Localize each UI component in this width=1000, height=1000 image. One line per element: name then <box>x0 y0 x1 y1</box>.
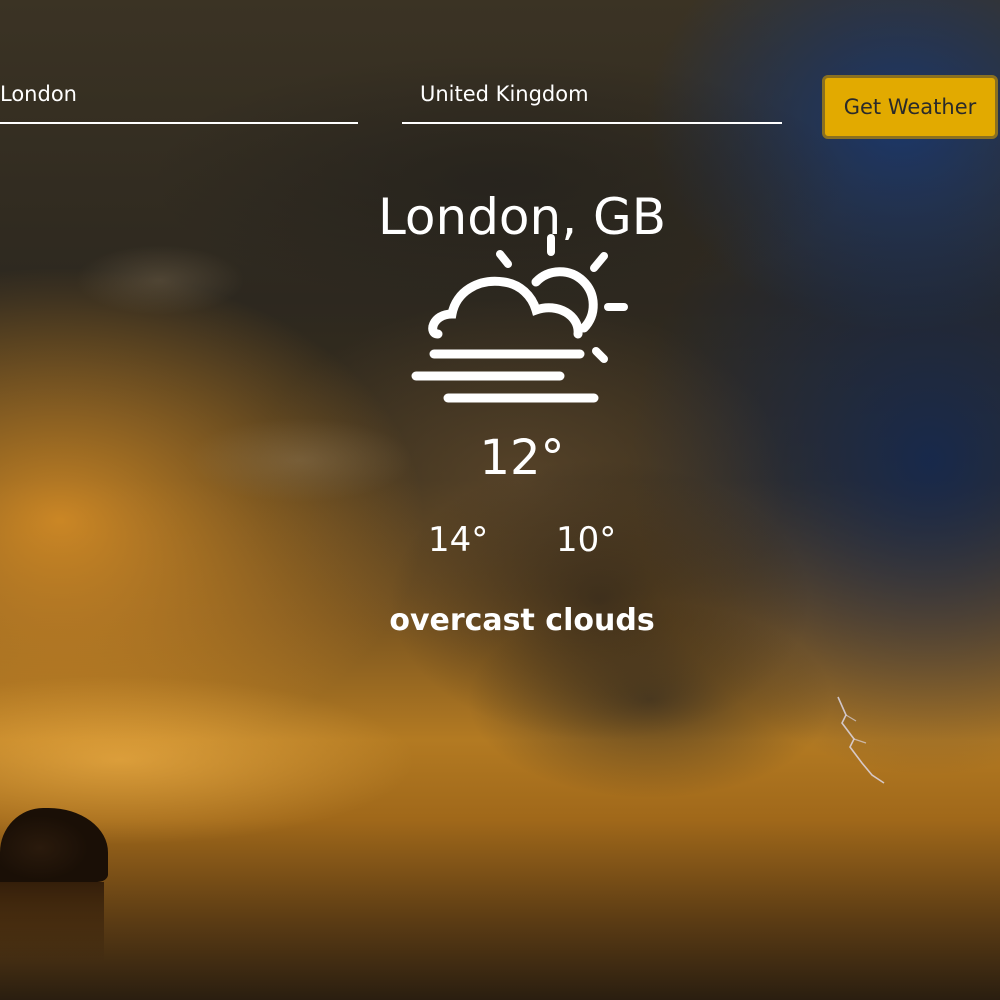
lightning-bolt <box>837 696 885 784</box>
low-temperature: 10° <box>556 520 617 560</box>
get-weather-button[interactable]: Get Weather <box>822 75 998 139</box>
storm-cloud-shading <box>0 0 1000 1000</box>
partly-cloudy-fog-icon <box>411 234 628 403</box>
city-input-field[interactable] <box>0 80 358 124</box>
country-input-field[interactable] <box>402 80 782 124</box>
weather-description: overcast clouds <box>389 603 655 638</box>
city-input[interactable] <box>0 82 358 106</box>
country-input[interactable] <box>402 82 782 106</box>
island-reflection <box>0 882 104 962</box>
current-temperature: 12° <box>479 430 565 486</box>
high-temperature: 14° <box>428 520 489 560</box>
